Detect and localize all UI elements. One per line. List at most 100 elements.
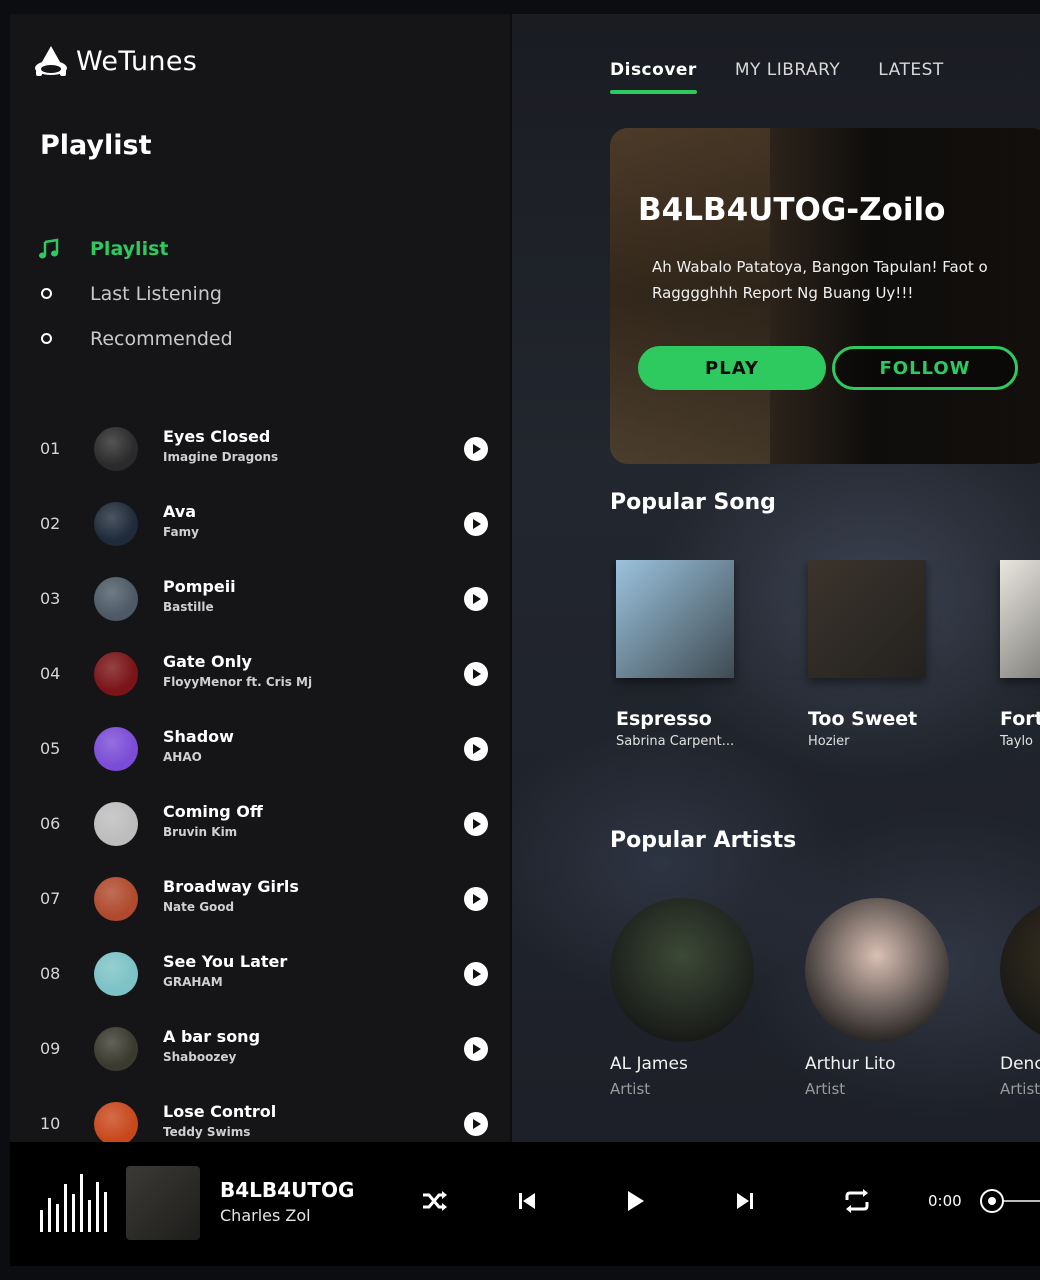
repeat-button[interactable] [842,1186,872,1216]
track-row[interactable]: 03 Pompeii Bastille [10,561,510,636]
menu-label: Playlist [90,237,169,260]
track-play-button[interactable] [464,886,488,911]
skip-forward-icon [737,1193,753,1209]
song-title: Fort [1000,708,1040,730]
artist-role: Artist [1000,1080,1040,1098]
popular-artist-list: AL James Artist Arthur Lito Artist Denc … [610,898,1040,1118]
track-play-button[interactable] [464,961,488,986]
track-row[interactable]: 02 Ava Famy [10,486,510,561]
previous-button[interactable] [512,1186,542,1216]
sidebar: WeTunes Playlist Playlist Last Listening… [10,14,510,1146]
track-play-button[interactable] [464,1036,488,1061]
song-cover [616,560,734,678]
track-play-button[interactable] [464,436,488,461]
track-artist: Nate Good [163,900,235,914]
app-logo[interactable]: WeTunes [32,44,197,78]
tab-latest[interactable]: LATEST [878,60,943,94]
follow-button[interactable]: FOLLOW [832,346,1018,390]
now-playing-cover [126,1166,200,1240]
play-button[interactable]: PLAY [638,346,826,390]
track-play-button[interactable] [464,511,488,536]
track-play-button[interactable] [464,586,488,611]
track-title: Shadow [163,727,234,746]
player-bar: B4LB4UTOG Charles Zol 0:00 [10,1142,1040,1266]
track-artist: Bruvin Kim [163,825,238,839]
track-number: 08 [40,964,61,983]
tab-bar: Discover MY LIBRARY LATEST [610,60,944,94]
track-play-button[interactable] [464,1111,488,1136]
progress-slider-handle[interactable] [980,1189,1004,1213]
play-pause-button[interactable] [620,1186,650,1216]
track-title: See You Later [163,952,288,971]
track-thumbnail [94,501,138,546]
sidebar-menu: Playlist Last Listening Recommended [38,226,338,361]
menu-item-recommended[interactable]: Recommended [38,316,338,361]
featured-banner: B4LB4UTOG-Zoilo Ah Wabalo Patatoya, Bang… [610,128,1040,464]
menu-label: Last Listening [90,282,222,305]
artist-name: Arthur Lito [805,1054,896,1074]
track-artist: Imagine Dragons [163,450,279,464]
track-thumbnail [94,876,138,921]
now-playing-artist: Charles Zol [220,1206,311,1225]
song-title: Espresso [616,708,712,730]
song-artist: Taylo [1000,734,1034,749]
track-row[interactable]: 05 Shadow AHAO [10,711,510,786]
track-play-button[interactable] [464,736,488,761]
track-thumbnail [94,426,138,471]
artist-avatar [805,898,949,1042]
track-row[interactable]: 07 Broadway Girls Nate Good [10,861,510,936]
track-row[interactable]: 09 A bar song Shaboozey [10,1011,510,1086]
music-note-icon [39,238,59,258]
tab-discover[interactable]: Discover [610,60,697,94]
artist-role: Artist [805,1080,846,1098]
track-artist: Teddy Swims [163,1125,251,1139]
track-artist: Shaboozey [163,1050,237,1064]
track-number: 09 [40,1039,61,1058]
play-icon [473,593,481,604]
track-title: Pompeii [163,577,236,596]
track-thumbnail [94,1026,138,1071]
shuffle-icon [423,1191,447,1211]
track-artist: Bastille [163,600,214,614]
track-number: 10 [40,1114,61,1133]
artist-avatar [1000,898,1040,1042]
song-title: Too Sweet [808,708,918,730]
app-name: WeTunes [76,45,198,77]
play-icon [628,1191,644,1211]
track-list: 01 Eyes Closed Imagine Dragons 02 Ava Fa… [10,411,510,1161]
track-title: Eyes Closed [163,427,271,446]
track-title: Coming Off [163,802,263,821]
track-artist: GRAHAM [163,975,223,989]
shuffle-button[interactable] [420,1186,450,1216]
progress-track[interactable] [1004,1200,1040,1202]
skip-back-icon [519,1193,535,1209]
track-row[interactable]: 04 Gate Only FloyyMenor ft. Cris Mj [10,636,510,711]
menu-item-last-listening[interactable]: Last Listening [38,271,338,316]
track-title: Broadway Girls [163,877,299,896]
track-number: 02 [40,514,61,533]
play-icon [473,443,481,454]
menu-label: Recommended [90,327,233,350]
featured-title: B4LB4UTOG-Zoilo [638,192,946,228]
track-play-button[interactable] [464,811,488,836]
next-button[interactable] [730,1186,760,1216]
artist-name: AL James [610,1054,688,1074]
song-artist: Sabrina Carpent... [616,734,735,749]
track-row[interactable]: 08 See You Later GRAHAM [10,936,510,1011]
circle-icon [41,333,52,344]
play-icon [473,1043,481,1054]
artist-avatar [610,898,754,1042]
artist-name: Denc [1000,1054,1040,1074]
track-play-button[interactable] [464,661,488,686]
track-number: 01 [40,439,61,458]
circle-icon [41,288,52,299]
menu-item-playlist[interactable]: Playlist [38,226,338,271]
tab-my-library[interactable]: MY LIBRARY [735,60,840,94]
track-row[interactable]: 06 Coming Off Bruvin Kim [10,786,510,861]
main-panel: Discover MY LIBRARY LATEST B4LB4UTOG-Zoi… [512,14,1040,1142]
track-row[interactable]: 01 Eyes Closed Imagine Dragons [10,411,510,486]
track-thumbnail [94,1101,138,1146]
play-icon [473,818,481,829]
track-number: 05 [40,739,61,758]
sidebar-title: Playlist [40,130,152,161]
